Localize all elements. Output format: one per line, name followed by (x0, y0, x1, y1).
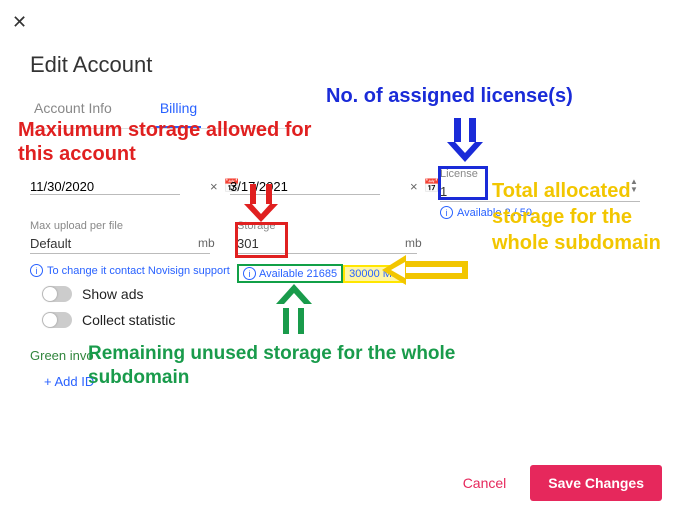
unit-mb: mb (405, 236, 422, 250)
license-availability: i Available 2 / 50 (440, 206, 640, 219)
storage-available-box: i Available 21685 (237, 264, 343, 283)
cancel-button[interactable]: Cancel (463, 475, 507, 491)
storage-label: Storage (237, 220, 417, 232)
green-invoice-label: Green invo (30, 348, 94, 363)
toggle-show-ads-row: Show ads (42, 286, 143, 302)
clear-icon[interactable]: × (206, 179, 222, 194)
clear-icon[interactable]: × (406, 179, 422, 194)
toggle-show-ads-label: Show ads (82, 286, 143, 302)
info-icon: i (243, 267, 256, 280)
annotation-arrow-blue (442, 118, 488, 166)
add-id-button[interactable]: + Add ID (44, 374, 94, 389)
tabs: Account Info Billing (30, 92, 290, 129)
start-date-input[interactable] (30, 179, 206, 194)
chevron-down-icon[interactable]: ▼ (630, 186, 638, 194)
field-max-upload: Max upload per file (30, 220, 210, 254)
info-icon: i (440, 206, 453, 219)
unit-mb: mb (198, 236, 215, 250)
support-note: i To change it contact Novisign support (30, 264, 230, 277)
toggle-show-ads[interactable] (42, 286, 72, 302)
annotation-text-blue: No. of assigned license(s) (326, 84, 573, 108)
tab-billing[interactable]: Billing (156, 92, 201, 128)
page-title: Edit Account (30, 52, 152, 78)
field-end-date: × 📅 (230, 178, 380, 195)
max-upload-label: Max upload per file (30, 220, 210, 232)
field-storage: Storage (237, 220, 417, 254)
license-input[interactable] (440, 182, 640, 202)
footer: Cancel Save Changes (463, 465, 662, 501)
max-upload-input[interactable] (30, 234, 210, 254)
field-start-date: × 📅 (30, 178, 180, 195)
annotation-arrow-green (272, 284, 316, 334)
license-stepper[interactable]: ▲ ▼ (630, 178, 638, 194)
field-license: License i Available 2 / 50 (440, 168, 640, 219)
annotation-text-green: Remaining unused storage for the whole s… (88, 342, 488, 390)
storage-availability: i Available 21685 30000 MB (237, 264, 405, 283)
toggle-collect-statistic[interactable] (42, 312, 72, 328)
storage-input[interactable] (237, 234, 417, 254)
storage-total-box: 30000 MB (343, 265, 405, 283)
toggle-collect-statistic-row: Collect statistic (42, 312, 175, 328)
calendar-icon[interactable]: 📅 (422, 178, 442, 194)
info-icon: i (30, 264, 43, 277)
toggle-collect-statistic-label: Collect statistic (82, 312, 175, 328)
close-icon[interactable]: ✕ (12, 12, 27, 33)
license-label: License (440, 168, 640, 180)
end-date-input[interactable] (230, 179, 406, 194)
save-button[interactable]: Save Changes (530, 465, 662, 501)
tab-account-info[interactable]: Account Info (30, 92, 116, 128)
